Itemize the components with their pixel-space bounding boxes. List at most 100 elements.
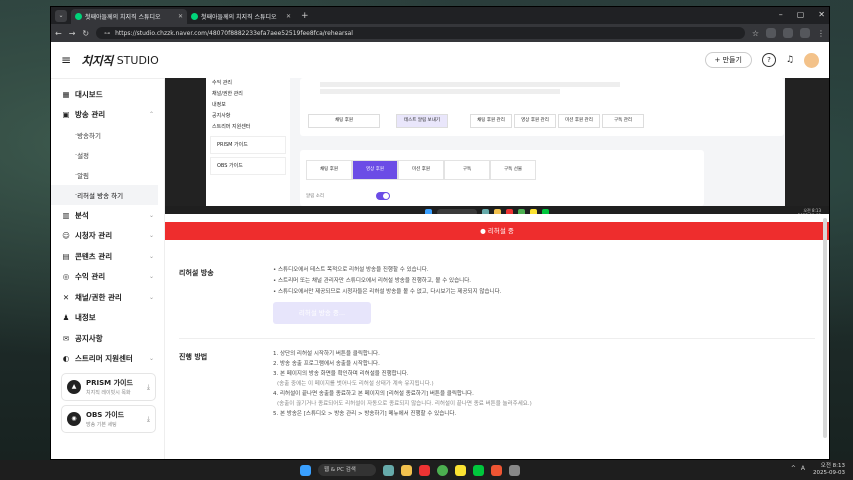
sidebar-subitem-alerts[interactable]: · 알림 — [51, 165, 164, 185]
sidebar-item-notices[interactable]: ✉ 공지사항 — [51, 328, 164, 349]
browser-menu-icon[interactable]: ⋮ — [817, 29, 825, 38]
chrome-icon[interactable] — [437, 464, 448, 476]
sidebar-subitem-label: 리허설 방송 하기 — [77, 192, 124, 200]
banner-label: 리허설 중 — [487, 227, 514, 235]
sidebar-item-my-info[interactable]: ♟ 내정보 — [51, 308, 164, 329]
taskbar-time: 오전 8:13 — [820, 463, 845, 469]
sidebar-subitem-settings[interactable]: · 설정 — [51, 145, 164, 165]
sidebar-item-dashboard[interactable]: ▦ 대시보드 — [51, 84, 164, 105]
method-step: 5. 본 방송은 [스튜디오 > 방송 관리 > 방송하기] 메뉴에서 진행할 … — [273, 411, 457, 417]
url-input[interactable]: ⊶ https://studio.chzzk.naver.com/48070f8… — [96, 27, 745, 39]
sidebar-item-channel-permissions[interactable]: ✕ 채널/권한 관리 ⌄ — [51, 287, 164, 308]
avatar[interactable] — [804, 52, 819, 68]
app-icon[interactable] — [491, 464, 502, 476]
preview-toggle — [376, 192, 390, 200]
page-scrollbar[interactable] — [823, 218, 827, 438]
sidebar-item-revenue[interactable]: ◎ 수익 관리 ⌄ — [51, 267, 164, 288]
preview-app-icon — [494, 209, 501, 214]
preview-side-item: 채널/권한 관리 — [212, 91, 243, 97]
browser-tab-title: 첫째아들께의 치지직 스튜디오 — [85, 14, 161, 21]
back-icon[interactable]: ← — [55, 29, 62, 38]
card-subtitle: 치지직 레이빗시 목화 — [86, 390, 131, 396]
sidebar-item-support-center[interactable]: ◐ 스트리머 지원센터 ⌄ — [51, 349, 164, 370]
maximize-icon[interactable]: ▢ — [797, 10, 805, 19]
close-tab-icon[interactable]: ✕ — [178, 13, 183, 20]
windows-start-icon[interactable] — [300, 464, 311, 476]
sidebar-item-label: 방송 관리 — [75, 110, 106, 120]
preview-button: 구독 관리 — [602, 114, 644, 128]
viewers-icon: ☺ — [62, 231, 70, 241]
minimize-icon[interactable]: – — [779, 10, 783, 19]
app-icon[interactable] — [419, 464, 430, 476]
rehearsal-section-title: 리허설 방송 — [179, 269, 214, 277]
section-divider — [179, 338, 815, 339]
preview-button: 영상 후원 관리 — [514, 114, 556, 128]
kakaotalk-icon[interactable] — [455, 464, 466, 476]
preview-button: 테스트 알림 보내기 — [396, 114, 448, 128]
sidebar-item-broadcast-manage[interactable]: ▣ 방송 관리 ⌃ — [51, 105, 164, 126]
new-tab-icon[interactable]: + — [295, 9, 315, 24]
download-icon[interactable]: ⤓ — [147, 415, 150, 424]
preview-side-item: PRISM 가이드 — [210, 136, 286, 154]
rehearsal-video-preview: 수익 관리 채널/권한 관리 내정보 공지사항 스트리머 지원센터 PRISM … — [165, 78, 829, 214]
widgets-icon[interactable] — [383, 464, 394, 476]
card-subtitle: 방송 기본 세팅 — [86, 422, 117, 428]
notification-bell-icon[interactable]: ♫ — [786, 55, 794, 65]
preview-app-icon — [542, 209, 549, 214]
chzzk-favicon-icon — [191, 13, 198, 20]
rehearsal-in-progress-button[interactable]: 리허설 방송 중... — [273, 302, 371, 324]
person-icon: ♟ — [62, 313, 70, 323]
taskbar-clock[interactable]: 오전 8:13 2025-09-03 — [813, 463, 845, 477]
sidebar-item-label: 내정보 — [75, 313, 96, 323]
chevron-down-icon: ⌄ — [148, 211, 154, 219]
browser-tab-1[interactable]: 첫째아들께의 치지직 스튜디오 ✕ — [71, 9, 187, 24]
reload-icon[interactable]: ↻ — [82, 29, 89, 38]
sidebar-subitem-broadcast[interactable]: · 방송하기 — [51, 125, 164, 145]
preview-button: 미션 후원 관리 — [558, 114, 600, 128]
sidebar-item-contents[interactable]: ▤ 콘텐츠 관리 ⌄ — [51, 246, 164, 267]
method-steps: 1. 상단의 리허설 시작하기 버튼을 클릭합니다. 2. 방송 송출 프로그램… — [273, 349, 532, 419]
app-header: ≡ 치지직 STUDIO + 만들기 ? ♫ — [51, 42, 829, 79]
preview-tab: 구독 선물 — [490, 160, 536, 180]
chevron-up-icon: ⌃ — [148, 111, 154, 119]
extension-icon[interactable] — [766, 28, 776, 38]
app-icon[interactable] — [509, 464, 520, 476]
address-bar: ← → ↻ ⊶ https://studio.chzzk.naver.com/4… — [51, 24, 829, 42]
method-step-note: (송출 중에는 이 페이지를 벗어나도 리허설 상태가 계속 유지됩니다.) — [277, 381, 434, 387]
obs-guide-card[interactable]: ◉ OBS 가이드 방송 기본 세팅 ⤓ — [61, 405, 156, 433]
preview-tabs-box: 채팅 후원 영상 후원 미션 후원 구독 구독 선물 알림 소리 — [300, 150, 704, 206]
browser-tab-2[interactable]: 첫째아들께의 치지직 스튜디오 ✕ — [187, 9, 295, 24]
sidebar-subitem-rehearsal[interactable]: · 리허설 방송 하기 — [51, 185, 158, 205]
site-info-icon[interactable]: ⊶ — [104, 30, 110, 37]
rehearsal-bullets: • 스튜디오에서 테스트 목적으로 리허설 방송을 진행할 수 있습니다. • … — [273, 265, 501, 298]
rehearsal-status-banner: ● 리허설 중 — [165, 222, 829, 240]
close-window-icon[interactable]: ✕ — [818, 10, 825, 19]
prism-icon: ▲ — [67, 380, 81, 394]
obs-icon: ◉ — [67, 412, 81, 426]
close-tab-icon[interactable]: ✕ — [286, 13, 291, 20]
forward-icon[interactable]: → — [69, 29, 76, 38]
extension-icon[interactable] — [783, 28, 793, 38]
sidebar-item-viewers[interactable]: ☺ 시청자 관리 ⌄ — [51, 226, 164, 247]
sidebar-item-label: 공지사항 — [75, 333, 103, 343]
profile-icon[interactable] — [800, 28, 810, 38]
tab-search-icon[interactable]: ⌄ — [55, 10, 67, 22]
preview-app-icon — [530, 209, 537, 214]
bookmark-star-icon[interactable]: ☆ — [752, 29, 759, 38]
create-button[interactable]: + 만들기 — [704, 52, 752, 68]
prism-guide-card[interactable]: ▲ PRISM 가이드 치지직 레이빗시 목화 ⤓ — [61, 373, 156, 401]
rehearsal-bullet: • 스튜디오에서 테스트 목적으로 리허설 방송을 진행할 수 있습니다. — [273, 267, 429, 273]
sidebar-item-label: 대시보드 — [75, 89, 103, 99]
file-explorer-icon[interactable] — [401, 464, 412, 476]
preview-text-line — [320, 82, 620, 87]
taskbar-search-input[interactable]: 웹 & PC 검색 — [318, 464, 376, 476]
download-icon[interactable]: ⤓ — [147, 383, 150, 392]
sidebar-item-analytics[interactable]: ▥ 분석 ⌄ — [51, 205, 164, 226]
help-icon[interactable]: ? — [761, 53, 776, 67]
app-icon[interactable] — [473, 464, 484, 476]
chevron-down-icon: ⌄ — [148, 355, 154, 363]
input-language-icon[interactable]: A — [801, 465, 805, 472]
chzzk-logo[interactable]: 치지직 — [81, 52, 113, 69]
menu-icon[interactable]: ≡ — [61, 53, 71, 67]
tray-overflow-icon[interactable]: ^ — [791, 465, 796, 472]
